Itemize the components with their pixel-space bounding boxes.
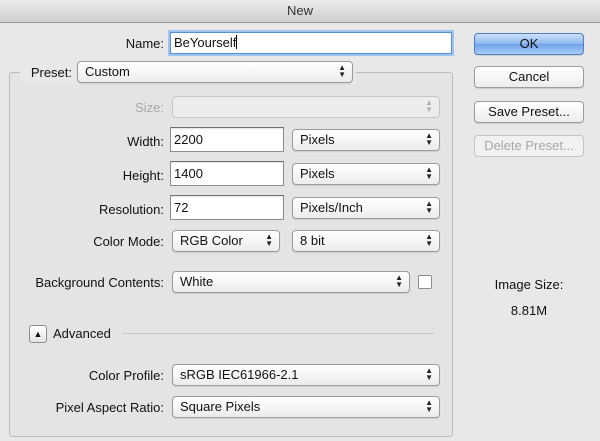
width-label: Width:: [127, 134, 164, 149]
resolution-unit-value: Pixels/Inch: [300, 200, 363, 215]
updown-arrows-icon: ▲ ▼: [425, 199, 433, 215]
preset-label: Preset:: [30, 65, 72, 80]
updown-arrows-icon: ▲ ▼: [425, 131, 433, 147]
pixel-aspect-ratio-value: Square Pixels: [180, 399, 261, 414]
color-profile-select[interactable]: sRGB IEC61966-2.1 ▲ ▼: [172, 364, 440, 386]
background-contents-select[interactable]: White ▲ ▼: [172, 271, 410, 293]
pixel-aspect-ratio-select[interactable]: Square Pixels ▲ ▼: [172, 396, 440, 418]
cancel-button[interactable]: Cancel: [474, 66, 584, 88]
pixel-aspect-ratio-label: Pixel Aspect Ratio:: [55, 400, 164, 415]
bit-depth-select[interactable]: 8 bit ▲ ▼: [292, 230, 440, 252]
height-unit-select[interactable]: Pixels ▲ ▼: [292, 163, 440, 185]
size-label: Size:: [135, 100, 164, 115]
color-mode-value: RGB Color: [180, 233, 243, 248]
background-contents-value: White: [180, 274, 214, 289]
name-value: BeYourself: [174, 35, 237, 50]
preset-value: Custom: [85, 64, 130, 79]
bit-depth-value: 8 bit: [300, 233, 325, 248]
updown-arrows-icon: ▲ ▼: [265, 232, 273, 248]
updown-arrows-icon: ▲ ▼: [425, 165, 433, 181]
preset-select[interactable]: Custom ▲ ▼: [77, 61, 353, 83]
height-input[interactable]: 1400: [170, 161, 284, 186]
image-size-label: Image Size:: [494, 277, 564, 292]
background-color-swatch[interactable]: [418, 275, 432, 289]
triangle-up-icon[interactable]: ▲: [29, 325, 47, 343]
width-unit-value: Pixels: [300, 132, 335, 147]
advanced-divider: [122, 333, 434, 334]
updown-arrows-icon: ▲ ▼: [425, 232, 433, 248]
color-mode-select[interactable]: RGB Color ▲ ▼: [172, 230, 280, 252]
color-profile-value: sRGB IEC61966-2.1: [180, 367, 299, 382]
ok-button[interactable]: OK: [474, 33, 584, 55]
image-size-value: 8.81M: [510, 303, 548, 318]
background-contents-label: Background Contents:: [35, 275, 164, 290]
resolution-label: Resolution:: [98, 202, 164, 217]
name-label: Name:: [125, 36, 164, 51]
updown-arrows-icon: ▲ ▼: [425, 398, 433, 414]
updown-arrows-icon: ▲ ▼: [425, 98, 433, 114]
resolution-unit-select[interactable]: Pixels/Inch ▲ ▼: [292, 197, 440, 219]
size-select[interactable]: ▲ ▼: [172, 96, 440, 118]
resolution-input[interactable]: 72: [170, 195, 284, 220]
delete-preset-button[interactable]: Delete Preset...: [474, 135, 584, 157]
updown-arrows-icon: ▲ ▼: [395, 273, 403, 289]
text-caret: [236, 35, 238, 49]
width-unit-select[interactable]: Pixels ▲ ▼: [292, 129, 440, 151]
height-label: Height:: [122, 168, 164, 183]
window-title: New: [0, 0, 600, 23]
color-profile-label: Color Profile:: [88, 368, 164, 383]
updown-arrows-icon: ▲ ▼: [338, 63, 346, 79]
width-input[interactable]: 2200: [170, 127, 284, 152]
save-preset-button[interactable]: Save Preset...: [474, 101, 584, 123]
updown-arrows-icon: ▲ ▼: [425, 366, 433, 382]
name-field[interactable]: BeYourself: [170, 32, 452, 54]
advanced-label: Advanced: [53, 326, 111, 341]
new-document-dialog: Name: BeYourself Preset: Custom ▲ ▼ Size:…: [0, 23, 600, 441]
height-unit-value: Pixels: [300, 166, 335, 181]
color-mode-label: Color Mode:: [93, 234, 164, 249]
